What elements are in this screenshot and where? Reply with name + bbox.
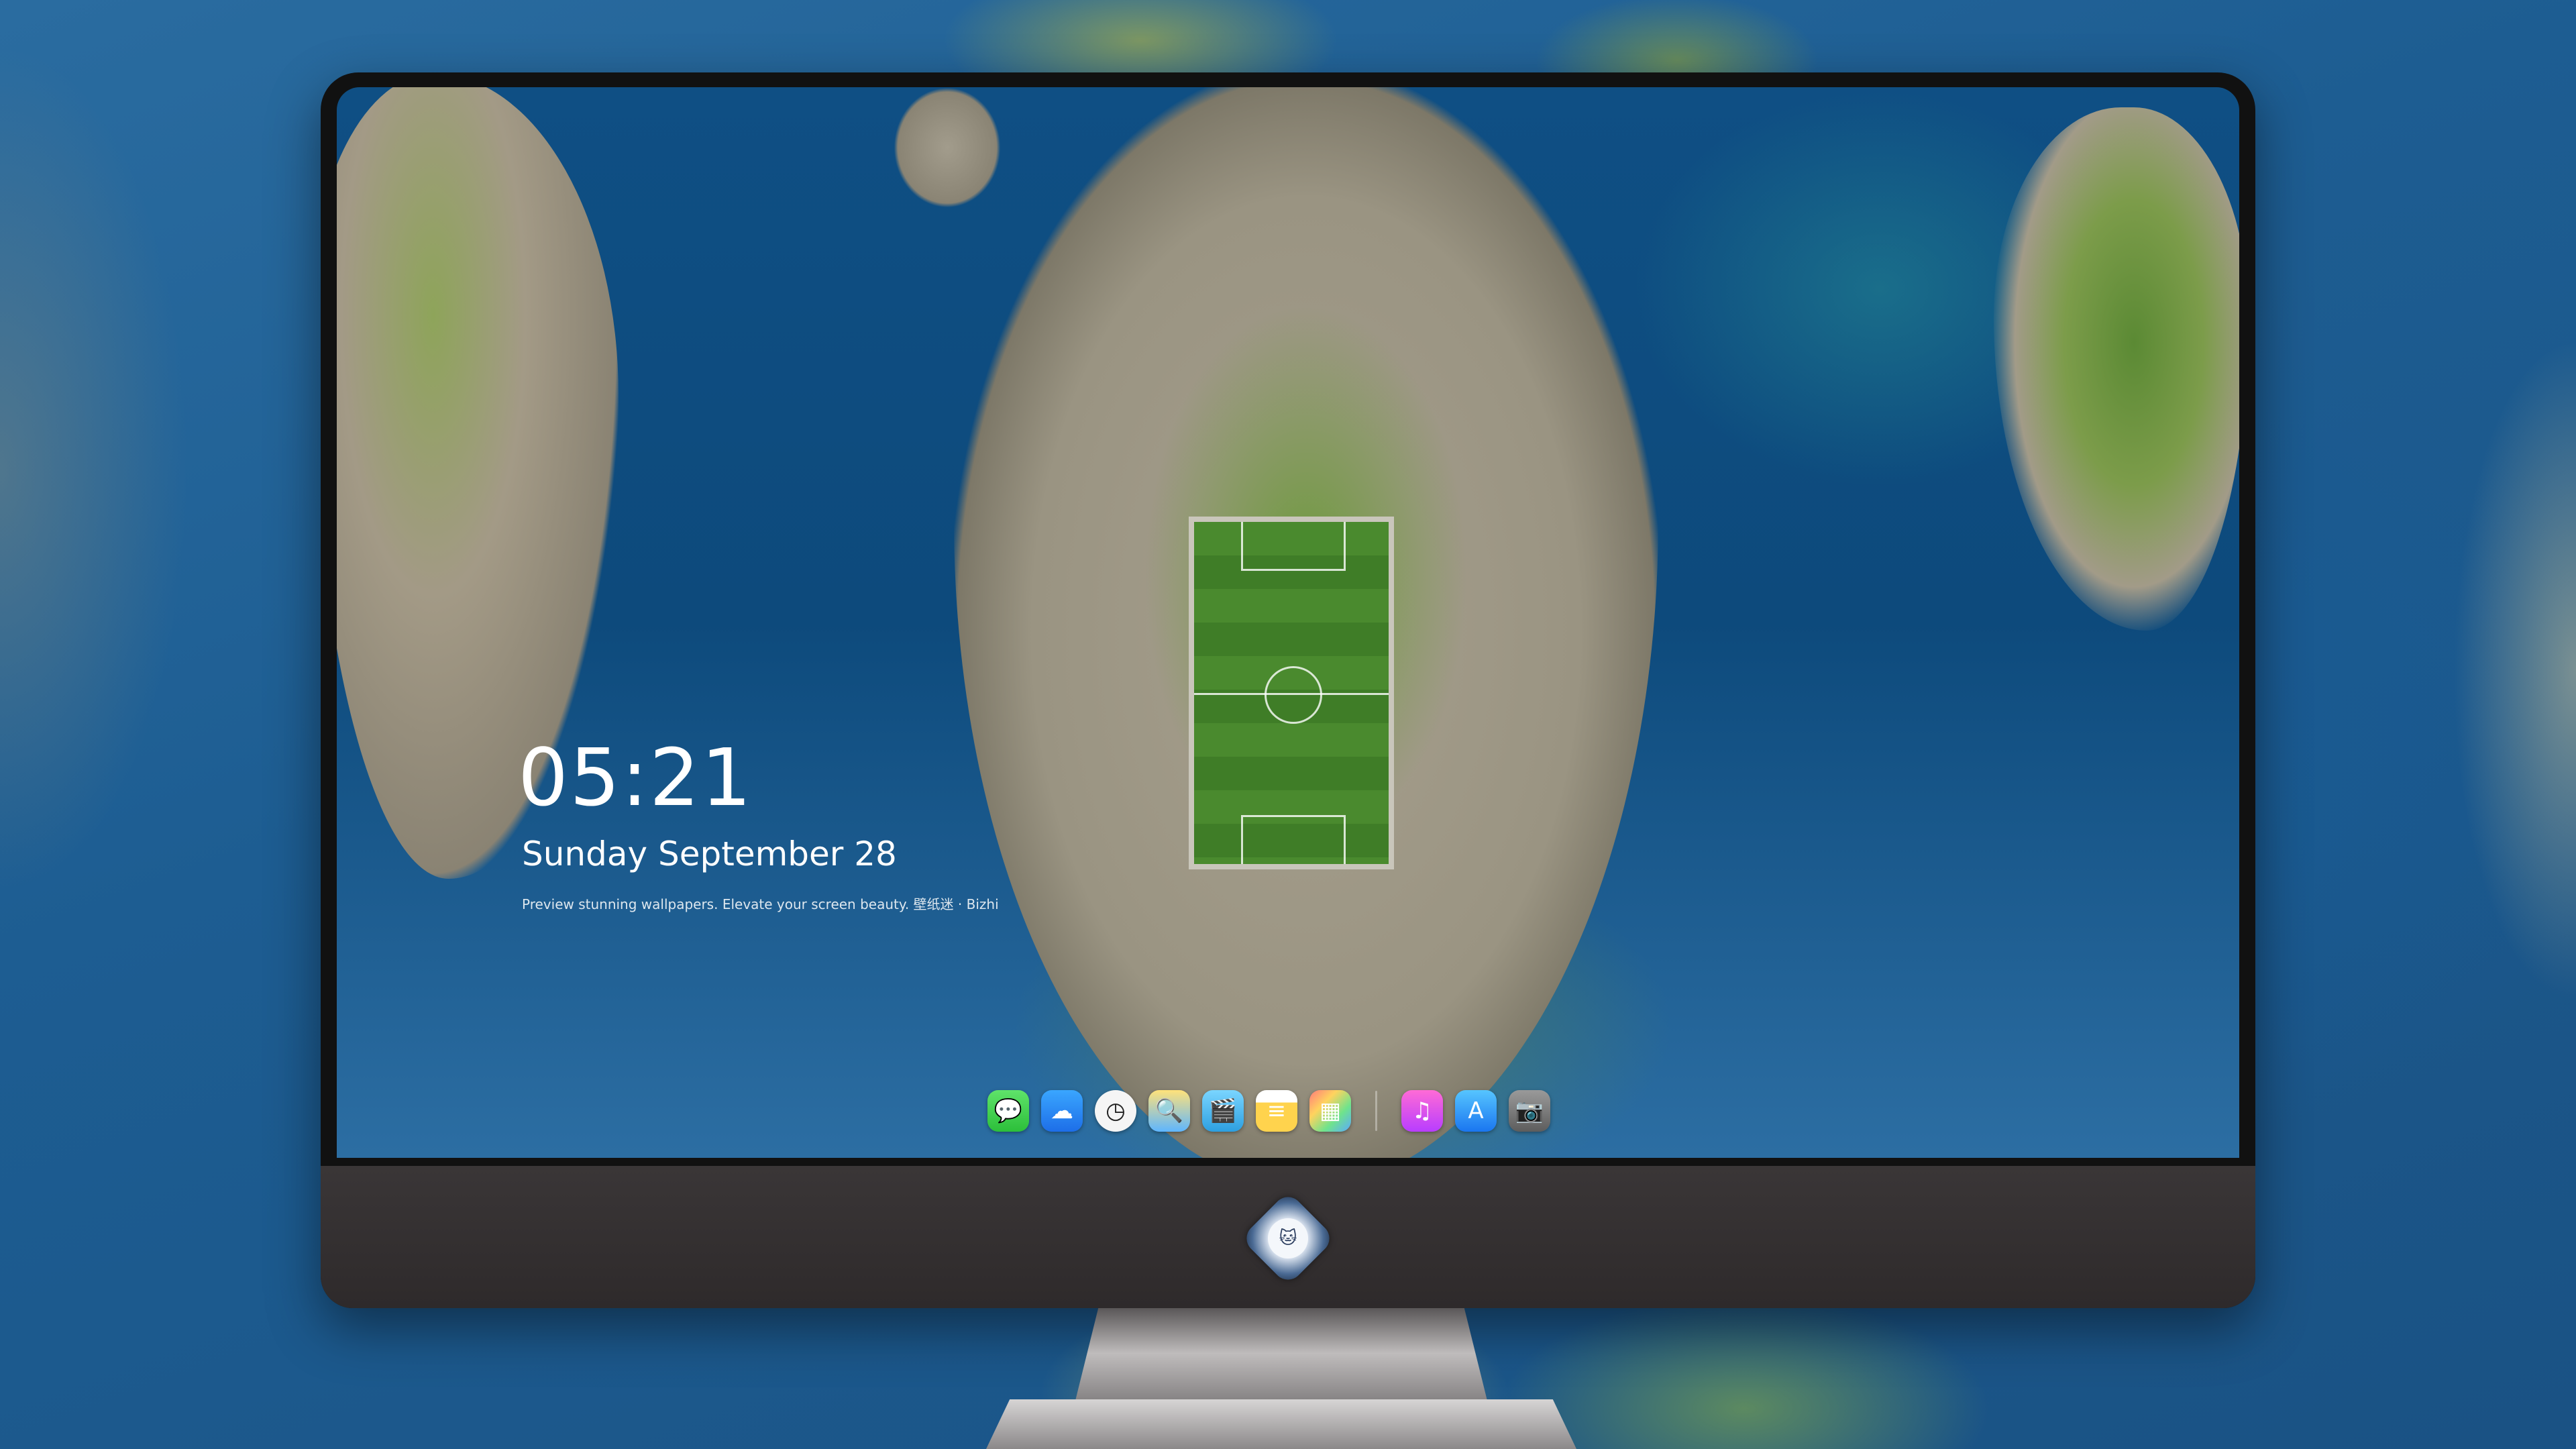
photos-icon[interactable]: ▦ xyxy=(1309,1090,1351,1132)
messages-icon[interactable]: 💬 xyxy=(987,1090,1029,1132)
monitor: 05:21 Sunday September 28 Preview stunni… xyxy=(321,72,2255,1308)
monitor-stand-base xyxy=(986,1399,1576,1449)
preview-icon[interactable]: 🔍 xyxy=(1148,1090,1190,1132)
desktop-screen: 05:21 Sunday September 28 Preview stunni… xyxy=(337,87,2239,1158)
clock-icon[interactable]: ◷ xyxy=(1095,1090,1136,1132)
clips-icon[interactable]: 🎬 xyxy=(1202,1090,1244,1132)
dock-separator xyxy=(1375,1091,1377,1131)
field-penalty-box-top xyxy=(1241,522,1346,571)
wallpaper-football-field xyxy=(1189,517,1394,869)
monitor-stand xyxy=(1073,1308,1489,1409)
cat-mascot-face-icon: 🐱 xyxy=(1268,1218,1308,1258)
camera-icon[interactable]: 📷 xyxy=(1509,1090,1550,1132)
wallpaper-islet-top xyxy=(894,87,1001,208)
monitor-chin: 🐱 xyxy=(321,1166,2255,1308)
field-penalty-box-bottom xyxy=(1241,815,1346,864)
lock-screen-date: Sunday September 28 xyxy=(522,835,897,873)
wallpaper-island-right xyxy=(1994,107,2239,631)
dock: 💬 ☁ ◷ 🔍 🎬 ≡ ▦ ♫ A 📷 xyxy=(975,1079,1562,1143)
lock-screen-time: 05:21 xyxy=(518,731,753,824)
app-store-icon[interactable]: A xyxy=(1455,1090,1497,1132)
wallpaper-caption: Preview stunning wallpapers. Elevate you… xyxy=(522,896,999,912)
notes-icon[interactable]: ≡ xyxy=(1256,1090,1297,1132)
music-icon[interactable]: ♫ xyxy=(1401,1090,1443,1132)
weather-icon[interactable]: ☁ xyxy=(1041,1090,1083,1132)
field-center-circle xyxy=(1265,666,1322,724)
